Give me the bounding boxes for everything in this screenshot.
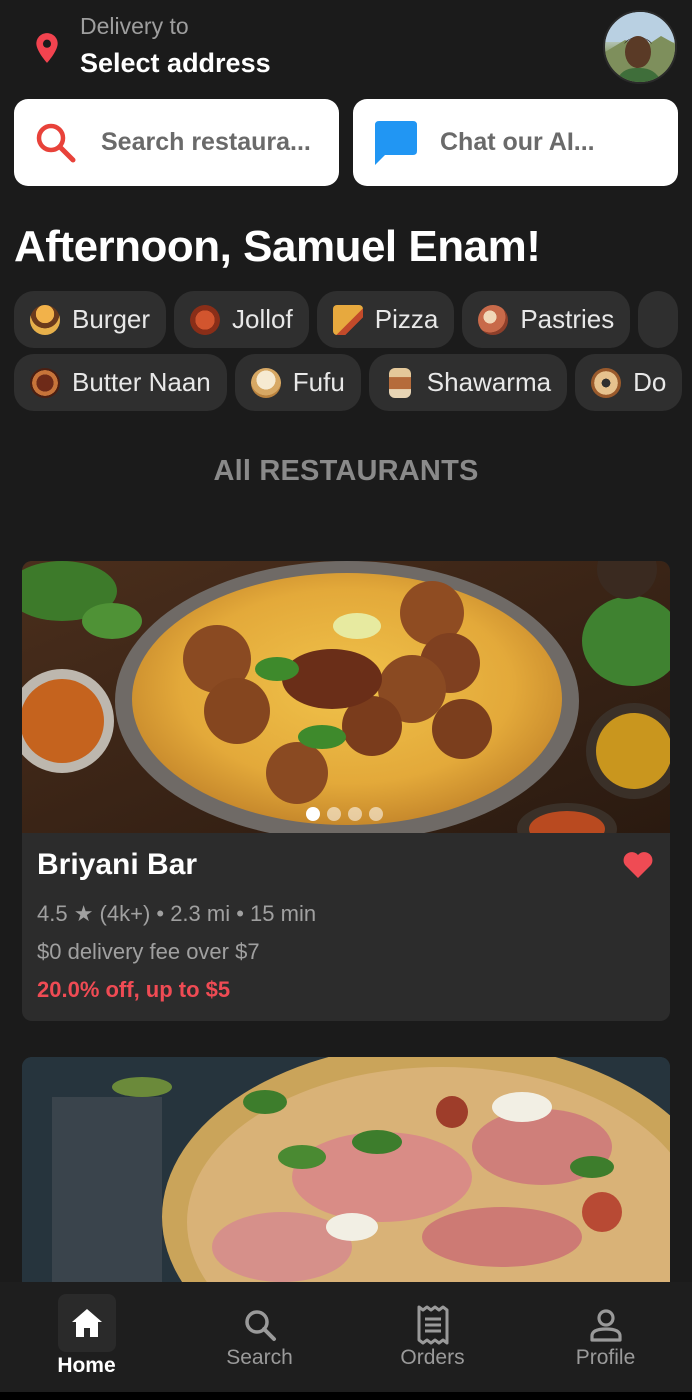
chip-label: Butter Naan: [72, 367, 211, 397]
carousel-dot[interactable]: [306, 807, 320, 821]
chip-label: Fufu: [292, 367, 345, 397]
category-row-2: Butter Naan Fufu Shawarma Do: [14, 354, 692, 411]
chip-label: Shawarma: [426, 367, 552, 397]
nav-home-label: Home: [57, 1354, 116, 1377]
chip-label: Do: [633, 367, 667, 397]
category-chip-butter-naan[interactable]: Butter Naan: [14, 354, 227, 411]
nav-orders[interactable]: Orders: [346, 1282, 519, 1400]
chat-bubble-icon: [375, 121, 417, 165]
category-chip-pastries[interactable]: Pastries: [462, 291, 631, 348]
search-icon: [36, 123, 76, 163]
section-title: All RESTAURANTS: [213, 455, 479, 487]
location-pin-icon[interactable]: [34, 32, 60, 64]
restaurant-meta: 4.5 ★ (4k+) • 2.3 mi • 15 min: [37, 901, 317, 926]
delivery-label: Delivery to: [80, 13, 189, 39]
carousel-dot[interactable]: [369, 807, 383, 821]
person-icon: [579, 1298, 633, 1352]
category-chip-jollof[interactable]: Jollof: [174, 291, 309, 348]
pastries-icon: [478, 305, 509, 335]
search-icon: [233, 1298, 287, 1352]
donut-icon: [591, 368, 622, 398]
favorite-heart-icon[interactable]: [622, 849, 654, 879]
avatar[interactable]: [603, 10, 677, 84]
chip-label: Burger: [72, 304, 151, 334]
carousel-dot[interactable]: [327, 807, 341, 821]
jollof-icon: [190, 305, 221, 335]
category-chip-fufu[interactable]: Fufu: [234, 354, 361, 411]
search-placeholder: Search restaura...: [101, 128, 311, 156]
chip-label: Pastries: [520, 304, 615, 334]
carousel-dot[interactable]: [348, 807, 362, 821]
image-carousel-indicator[interactable]: [306, 807, 390, 823]
burger-icon: [30, 305, 60, 335]
category-row-1: Burger Jollof Pizza Pastries: [14, 291, 692, 348]
select-address-button[interactable]: Select address: [80, 48, 271, 79]
category-chip-more[interactable]: [638, 291, 679, 348]
category-chip-donut[interactable]: Do: [575, 354, 683, 411]
restaurant-card[interactable]: Briyani Bar 4.5 ★ (4k+) • 2.3 mi • 15 mi…: [22, 561, 670, 1021]
restaurant-name[interactable]: Briyani Bar: [37, 848, 197, 882]
nav-profile[interactable]: Profile: [519, 1282, 692, 1400]
shawarma-icon: [388, 368, 411, 398]
delivery-fee: $0 delivery fee over $7: [37, 939, 260, 964]
category-chip-pizza[interactable]: Pizza: [316, 291, 455, 348]
receipt-icon: [406, 1298, 460, 1352]
nav-home[interactable]: Home: [0, 1282, 173, 1400]
nav-search-label: Search: [226, 1346, 293, 1369]
delivery-header: Delivery to Select address: [0, 0, 692, 92]
bottom-navigation: Home Search Orders Profile: [0, 1282, 692, 1400]
restaurant-image[interactable]: [22, 561, 670, 833]
restaurant-image-2[interactable]: [22, 1057, 670, 1287]
category-chip-burger[interactable]: Burger: [14, 291, 167, 348]
restaurant-card-2[interactable]: [22, 1057, 670, 1287]
nav-orders-label: Orders: [400, 1346, 465, 1369]
search-input[interactable]: Search restaura...: [14, 99, 339, 186]
category-chip-shawarma[interactable]: Shawarma: [368, 354, 568, 411]
ai-chat-button[interactable]: Chat our AI...: [353, 99, 678, 186]
system-bar: [0, 1392, 692, 1400]
nav-search[interactable]: Search: [173, 1282, 346, 1400]
avatar-photo: [605, 12, 675, 82]
chip-label: Jollof: [232, 304, 293, 334]
chat-placeholder: Chat our AI...: [440, 128, 595, 156]
promo-text: 20.0% off, up to $5: [37, 977, 231, 1002]
chip-label: Pizza: [374, 304, 439, 334]
pizza-icon: [332, 305, 363, 335]
fufu-icon: [250, 368, 281, 398]
greeting-title: Afternoon, Samuel Enam!: [14, 222, 541, 271]
home-icon: [58, 1294, 116, 1352]
butter-naan-icon: [30, 368, 60, 398]
nav-profile-label: Profile: [575, 1346, 636, 1369]
